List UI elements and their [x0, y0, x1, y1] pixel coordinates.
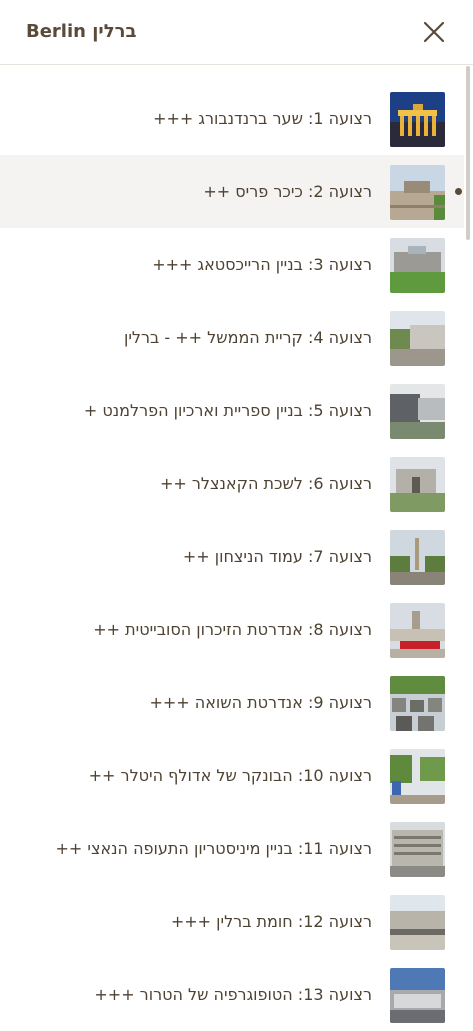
- track-label: רצועה 11: בניין מיניסטריון התעופה הנאצי …: [55, 838, 372, 858]
- list-item[interactable]: רצועה 3: בניין הרייכסטאג +++: [0, 228, 464, 301]
- track-label: רצועה 2: כיכר פריס ++: [203, 181, 372, 201]
- header: ברלין Berlin: [0, 0, 473, 65]
- track-label: רצועה 12: חומת ברלין +++: [170, 911, 372, 931]
- track-thumbnail: [390, 676, 445, 731]
- track-thumbnail: [390, 530, 445, 585]
- list-item[interactable]: רצועה 6: לשכת הקאנצלר ++: [0, 447, 464, 520]
- track-thumbnail: [390, 384, 445, 439]
- track-thumbnail: [390, 165, 445, 220]
- scrollbar[interactable]: [466, 66, 470, 240]
- track-thumbnail: [390, 238, 445, 293]
- track-label: רצועה 10: הבונקר של אדולף היטלר ++: [88, 765, 372, 785]
- track-list: רצועה 1: שער ברנדנבורג +++ רצועה 2: כיכר…: [0, 82, 464, 1031]
- list-item[interactable]: רצועה 13: הטופוגרפיה של הטרור +++: [0, 958, 464, 1031]
- current-track-indicator: [455, 188, 462, 195]
- track-label: רצועה 3: בניין הרייכסטאג +++: [152, 254, 372, 274]
- track-thumbnail: [390, 895, 445, 950]
- track-label: רצועה 7: עמוד הניצחון ++: [182, 546, 372, 566]
- track-thumbnail: [390, 822, 445, 877]
- track-thumbnail: [390, 92, 445, 147]
- list-item[interactable]: רצועה 11: בניין מיניסטריון התעופה הנאצי …: [0, 812, 464, 885]
- track-thumbnail: [390, 968, 445, 1023]
- track-label: רצועה 13: הטופוגרפיה של הטרור +++: [94, 984, 372, 1004]
- track-label: רצועה 1: שער ברנדנבורג +++: [153, 108, 372, 128]
- track-label: רצועה 6: לשכת הקאנצלר ++: [159, 473, 372, 493]
- page-title: ברלין Berlin: [26, 21, 137, 42]
- track-thumbnail: [390, 749, 445, 804]
- list-item[interactable]: רצועה 7: עמוד הניצחון ++: [0, 520, 464, 593]
- list-item[interactable]: רצועה 1: שער ברנדנבורג +++: [0, 82, 464, 155]
- list-item[interactable]: רצועה 12: חומת ברלין +++: [0, 885, 464, 958]
- track-thumbnail: [390, 311, 445, 366]
- track-label: רצועה 4: קריית הממשל ++ - ברלין: [123, 327, 372, 347]
- track-thumbnail: [390, 457, 445, 512]
- track-thumbnail: [390, 603, 445, 658]
- track-label: רצועה 8: אנדרטת הזיכרון הסובייטית ++: [93, 619, 372, 639]
- list-item[interactable]: רצועה 9: אנדרטת השואה +++: [0, 666, 464, 739]
- list-item[interactable]: רצועה 2: כיכר פריס ++: [0, 155, 464, 228]
- track-label: רצועה 9: אנדרטת השואה +++: [149, 692, 372, 712]
- list-item[interactable]: רצועה 8: אנדרטת הזיכרון הסובייטית ++: [0, 593, 464, 666]
- list-item[interactable]: רצועה 4: קריית הממשל ++ - ברלין: [0, 301, 464, 374]
- track-label: רצועה 5: בניין ספריית וארכיון הפרלמנט +: [83, 400, 372, 420]
- list-item[interactable]: רצועה 5: בניין ספריית וארכיון הפרלמנט +: [0, 374, 464, 447]
- close-icon[interactable]: [420, 18, 448, 46]
- list-item[interactable]: רצועה 10: הבונקר של אדולף היטלר ++: [0, 739, 464, 812]
